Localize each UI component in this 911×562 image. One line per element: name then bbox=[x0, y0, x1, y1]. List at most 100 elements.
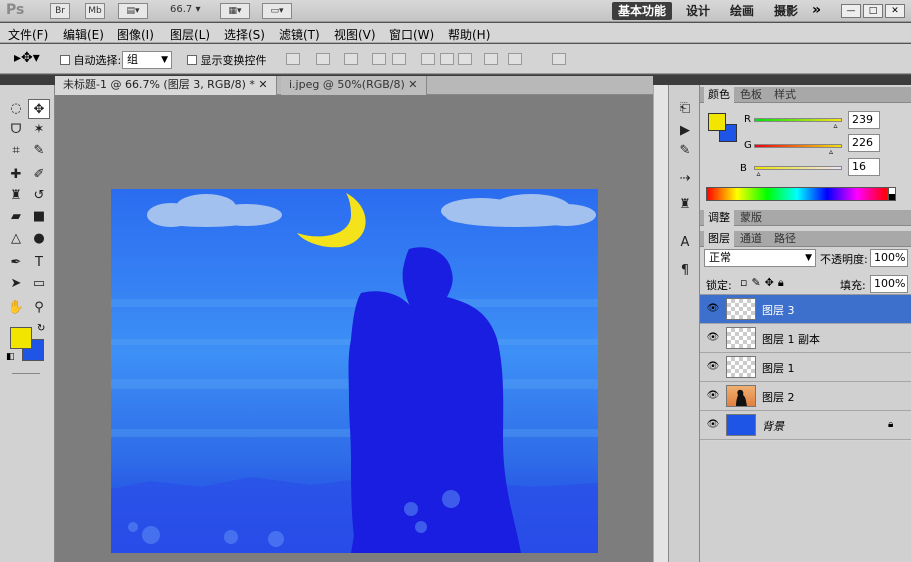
tab-paths[interactable]: 路径 bbox=[770, 231, 800, 247]
auto-align-icon[interactable] bbox=[552, 53, 566, 65]
paragraph-panel-icon[interactable]: ¶ bbox=[677, 263, 693, 279]
align-top-icon[interactable] bbox=[286, 53, 300, 65]
eye-icon[interactable]: 👁︎ bbox=[706, 390, 720, 402]
auto-select-checkbox[interactable]: 自动选择: bbox=[60, 52, 121, 68]
show-transform-checkbox[interactable]: 显示变换控件 bbox=[187, 52, 267, 68]
tab-i-jpeg[interactable]: i.jpeg @ 50%(RGB/8) ✕ bbox=[281, 76, 427, 95]
bridge-button[interactable]: Br bbox=[50, 3, 70, 19]
workspace-photography[interactable]: 摄影 bbox=[768, 2, 804, 20]
red-value-field[interactable]: 239 bbox=[848, 111, 880, 129]
align-vcenter-icon[interactable] bbox=[316, 53, 330, 65]
screen-mode-button[interactable]: ▭▾ bbox=[262, 3, 292, 19]
zoom-level[interactable]: 66.7 ▾ bbox=[170, 4, 200, 15]
swap-colors-icon[interactable]: ↻ bbox=[37, 323, 45, 334]
close-window-button[interactable]: ✕ bbox=[885, 4, 905, 18]
distribute-vcenter-icon[interactable] bbox=[440, 53, 454, 65]
lock-options-icons[interactable]: ▫✎✥🔒︎ bbox=[740, 276, 788, 290]
gradient-tool-icon[interactable]: ■ bbox=[28, 207, 50, 227]
green-value-field[interactable]: 226 bbox=[848, 134, 880, 152]
brush-tool-icon[interactable]: ✐ bbox=[28, 165, 50, 185]
eye-icon[interactable]: 👁︎ bbox=[706, 303, 720, 315]
workspace-design[interactable]: 设计 bbox=[680, 2, 716, 20]
crop-tool-icon[interactable]: ⌗ bbox=[5, 141, 27, 161]
magic-wand-tool-icon[interactable]: ✶ bbox=[28, 120, 50, 140]
zoom-tool-icon[interactable]: ⚲ bbox=[28, 298, 50, 318]
actions-panel-icon[interactable]: ▶ bbox=[677, 123, 693, 139]
move-tool-preset-icon[interactable]: ▸✥▾ bbox=[14, 50, 40, 66]
minimize-button[interactable]: — bbox=[841, 4, 861, 18]
clone-stamp-tool-icon[interactable]: ♜ bbox=[5, 186, 27, 206]
tab-adjustments[interactable]: 调整 bbox=[704, 210, 734, 226]
color-panel-foreground-swatch[interactable] bbox=[708, 113, 726, 131]
eye-icon[interactable]: 👁︎ bbox=[706, 361, 720, 373]
view-extras-button[interactable]: ▤▾ bbox=[118, 3, 148, 19]
layer-row-layer-1-copy[interactable]: 👁︎ 图层 1 副本 bbox=[700, 324, 911, 353]
history-brush-tool-icon[interactable]: ↺ bbox=[28, 186, 50, 206]
tab-styles[interactable]: 样式 bbox=[770, 87, 800, 103]
tab-untitled-1[interactable]: 未标题-1 @ 66.7% (图层 3, RGB/8) * ✕ bbox=[55, 76, 277, 95]
menu-edit[interactable]: 编辑(E) bbox=[63, 26, 104, 43]
mini-bridge-button[interactable]: Mb bbox=[85, 3, 105, 19]
fill-field[interactable]: 100% bbox=[870, 275, 908, 293]
menu-image[interactable]: 图像(I) bbox=[117, 26, 154, 43]
healing-brush-tool-icon[interactable]: ✚ bbox=[5, 165, 27, 185]
blue-value-field[interactable]: 16 bbox=[848, 158, 880, 176]
green-slider-thumb-icon[interactable]: ▵ bbox=[829, 147, 833, 156]
tab-masks[interactable]: 蒙版 bbox=[736, 210, 766, 226]
close-icon[interactable]: ✕ bbox=[258, 78, 267, 91]
blend-mode-dropdown[interactable]: 正常 ▼ bbox=[704, 249, 816, 267]
marquee-tool-icon[interactable]: ◌ bbox=[5, 99, 27, 119]
distribute-hcenter-icon[interactable] bbox=[508, 53, 522, 65]
dodge-tool-icon[interactable]: ● bbox=[28, 229, 50, 249]
menu-help[interactable]: 帮助(H) bbox=[448, 26, 490, 43]
blue-channel-slider[interactable] bbox=[754, 166, 842, 170]
eye-icon[interactable]: 👁︎ bbox=[706, 332, 720, 344]
canvas[interactable] bbox=[111, 189, 598, 553]
layer-row-layer-1[interactable]: 👁︎ 图层 1 bbox=[700, 353, 911, 382]
shape-tool-icon[interactable]: ▭ bbox=[28, 274, 50, 294]
black-white-ramp[interactable] bbox=[888, 187, 896, 201]
workspace-essentials[interactable]: 基本功能 bbox=[612, 2, 673, 20]
menu-view[interactable]: 视图(V) bbox=[334, 26, 376, 43]
align-left-icon[interactable] bbox=[372, 53, 386, 65]
tab-color[interactable]: 颜色 bbox=[704, 87, 734, 103]
red-slider-thumb-icon[interactable]: ▵ bbox=[833, 121, 837, 130]
clone-source-panel-icon[interactable]: ♜ bbox=[677, 197, 693, 213]
color-spectrum-ramp[interactable] bbox=[706, 187, 888, 201]
arrange-documents-button[interactable]: ▦▾ bbox=[220, 3, 250, 19]
brushes-panel-icon[interactable]: ✎ bbox=[677, 143, 693, 159]
eraser-tool-icon[interactable]: ▰ bbox=[5, 207, 27, 227]
distribute-bottom-icon[interactable] bbox=[458, 53, 472, 65]
workspace-painting[interactable]: 绘画 bbox=[724, 2, 760, 20]
align-hcenter-icon[interactable] bbox=[392, 53, 406, 65]
eye-icon[interactable]: 👁︎ bbox=[706, 419, 720, 431]
foreground-color-swatch[interactable] bbox=[10, 327, 32, 349]
menu-window[interactable]: 窗口(W) bbox=[389, 26, 434, 43]
distribute-top-icon[interactable] bbox=[421, 53, 435, 65]
hand-tool-icon[interactable]: ✋ bbox=[5, 298, 27, 318]
menu-layer[interactable]: 图层(L) bbox=[170, 26, 210, 43]
opacity-field[interactable]: 100% bbox=[870, 249, 908, 267]
auto-select-dropdown[interactable]: 组 ▼ bbox=[122, 51, 172, 69]
move-tool-icon[interactable]: ✥ bbox=[28, 99, 50, 119]
layer-row-layer-3[interactable]: 👁︎ 图层 3 bbox=[700, 295, 911, 324]
eyedropper-tool-icon[interactable]: ✎ bbox=[28, 141, 50, 161]
type-tool-icon[interactable]: T bbox=[28, 253, 50, 273]
history-panel-icon[interactable]: ⎗ bbox=[677, 101, 693, 117]
blur-tool-icon[interactable]: △ bbox=[5, 229, 27, 249]
vertical-scrollbar[interactable] bbox=[653, 85, 668, 562]
default-colors-icon[interactable]: ◧ bbox=[6, 352, 15, 362]
lasso-tool-icon[interactable]: ᗜ bbox=[5, 120, 27, 140]
align-bottom-icon[interactable] bbox=[344, 53, 358, 65]
menu-file[interactable]: 文件(F) bbox=[8, 26, 48, 43]
tool-presets-panel-icon[interactable]: ⇢ bbox=[677, 171, 693, 187]
distribute-left-icon[interactable] bbox=[484, 53, 498, 65]
blue-slider-thumb-icon[interactable]: ▵ bbox=[757, 169, 761, 178]
pen-tool-icon[interactable]: ✒ bbox=[5, 253, 27, 273]
more-workspaces-icon[interactable]: » bbox=[812, 2, 821, 18]
tab-channels[interactable]: 通道 bbox=[736, 231, 766, 247]
path-selection-tool-icon[interactable]: ➤ bbox=[5, 274, 27, 294]
tab-swatches[interactable]: 色板 bbox=[736, 87, 766, 103]
layer-row-background[interactable]: 👁︎ 背景 🔒︎ bbox=[700, 411, 911, 440]
restore-button[interactable]: □ bbox=[863, 4, 883, 18]
